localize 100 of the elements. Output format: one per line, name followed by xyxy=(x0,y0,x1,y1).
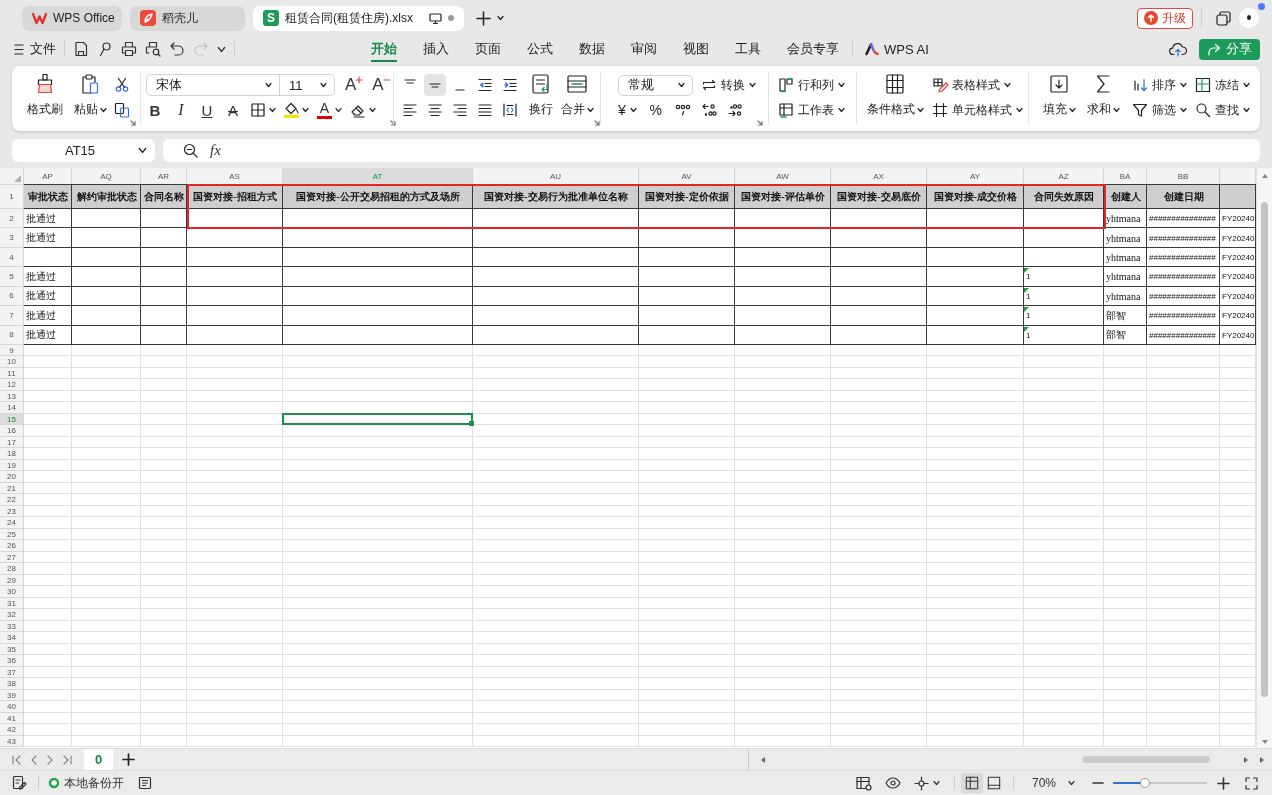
upgrade-button[interactable]: 升级 xyxy=(1137,7,1193,29)
eye-icon[interactable] xyxy=(884,777,901,789)
scroll-right-icon[interactable] xyxy=(1244,756,1248,763)
wrap-text-button[interactable]: 换行 xyxy=(527,66,555,131)
indent-icon[interactable] xyxy=(502,77,518,93)
row-header[interactable]: 34 xyxy=(0,632,24,644)
sort-button[interactable]: 排序 xyxy=(1132,74,1187,96)
cell-selection[interactable] xyxy=(282,412,473,426)
name-box[interactable]: AT15 xyxy=(12,139,155,162)
caret-icon[interactable] xyxy=(497,16,504,20)
align-left-icon[interactable] xyxy=(402,102,418,118)
row-header[interactable]: 14 xyxy=(0,402,24,414)
menu-tab[interactable]: 插入 xyxy=(410,36,462,62)
first-icon[interactable] xyxy=(12,754,21,765)
align-center-icon[interactable] xyxy=(427,102,443,118)
scissors-icon[interactable] xyxy=(114,77,130,93)
menu-tab[interactable]: 审阅 xyxy=(618,36,670,62)
menu-tab[interactable]: 页面 xyxy=(462,36,514,62)
fullscreen-icon[interactable] xyxy=(1245,776,1258,790)
avatar-icon[interactable] xyxy=(1239,8,1259,28)
strikethrough-button[interactable]: A xyxy=(224,99,242,121)
cell-style-button[interactable]: 单元格样式 xyxy=(932,99,1023,121)
last-icon[interactable] xyxy=(63,754,72,765)
row-header[interactable]: 24 xyxy=(0,517,24,529)
scroll-down-icon[interactable] xyxy=(1261,740,1268,744)
row-header[interactable]: 5 xyxy=(0,267,24,287)
table-style-button[interactable]: 表格样式 xyxy=(932,74,1011,96)
grow-font-button[interactable]: A xyxy=(345,74,363,96)
caret-icon[interactable] xyxy=(217,46,226,52)
menu-tab[interactable]: 开始 xyxy=(358,36,410,62)
percent-button[interactable]: % xyxy=(646,99,665,121)
worksheet-button[interactable]: 工作表 xyxy=(778,99,845,121)
corner-arrow-icon[interactable] xyxy=(130,120,136,126)
row-header[interactable]: 36 xyxy=(0,655,24,667)
print-preview-icon[interactable] xyxy=(145,41,161,57)
menu-tab[interactable]: 工具 xyxy=(722,36,774,62)
plus-icon[interactable] xyxy=(1218,777,1229,789)
scroll-right-icon[interactable] xyxy=(1260,756,1264,763)
zoom-dropdown[interactable]: 70% xyxy=(1031,776,1075,790)
rows-columns-button[interactable]: 行和列 xyxy=(778,74,845,96)
row-header[interactable]: 4 xyxy=(0,247,24,268)
increase-decimal-icon[interactable] xyxy=(700,102,717,118)
row-header[interactable]: 2 xyxy=(0,209,24,229)
row-header[interactable]: 42 xyxy=(0,724,24,736)
table-icon[interactable] xyxy=(855,775,872,791)
row-header[interactable]: 8 xyxy=(0,325,24,345)
scrollbar-thumb[interactable] xyxy=(1261,202,1268,697)
share-button[interactable]: 分享 xyxy=(1199,38,1260,60)
edit-icon[interactable] xyxy=(12,775,28,791)
app-tab[interactable]: 稻壳儿 xyxy=(130,5,245,31)
row-header[interactable]: 3 xyxy=(0,228,24,248)
currency-button[interactable]: ¥ xyxy=(618,99,637,121)
decrease-decimal-icon[interactable] xyxy=(726,102,743,118)
crosshair-button[interactable] xyxy=(913,775,940,791)
underline-button[interactable]: U xyxy=(198,99,216,121)
font-name-dropdown[interactable]: 宋体 xyxy=(147,75,279,95)
menu-tab[interactable]: 会员专享 xyxy=(774,36,852,62)
align-button[interactable] xyxy=(424,74,446,96)
row-header[interactable]: 40 xyxy=(0,701,24,713)
row-header[interactable]: 16 xyxy=(0,425,24,437)
fill-handle-icon[interactable] xyxy=(469,421,474,427)
merge-button[interactable]: 合并 xyxy=(560,66,594,131)
copy-icon[interactable] xyxy=(114,102,130,118)
row-header[interactable]: 6 xyxy=(0,286,24,307)
plus-icon[interactable] xyxy=(477,11,490,25)
row-header[interactable]: 32 xyxy=(0,609,24,621)
align-right-icon[interactable] xyxy=(452,102,468,118)
format-painter-button[interactable]: 格式刷 xyxy=(26,66,64,131)
row-header[interactable]: 26 xyxy=(0,540,24,552)
next-icon[interactable] xyxy=(47,754,53,765)
view-button[interactable] xyxy=(960,773,983,793)
menu-tab[interactable]: 公式 xyxy=(514,36,566,62)
paste-button[interactable]: 粘贴 xyxy=(70,66,110,131)
convert-button[interactable]: 转换 xyxy=(701,74,756,96)
filter-button[interactable]: 筛选 xyxy=(1132,99,1187,121)
print-icon[interactable] xyxy=(121,41,137,57)
thousands-icon[interactable] xyxy=(674,102,691,118)
shrink-font-button[interactable]: A xyxy=(372,74,390,96)
fill-button[interactable]: 填充 xyxy=(1042,66,1076,131)
distributed-icon[interactable] xyxy=(502,102,518,118)
app-tab[interactable]: S 租赁合同(租赁住房).xlsx xyxy=(253,5,464,31)
windows-icon[interactable] xyxy=(1216,10,1231,26)
monitor-icon[interactable] xyxy=(429,12,442,24)
outdent-icon[interactable] xyxy=(477,77,493,93)
file-menu[interactable]: 文件 xyxy=(14,38,56,60)
row-header[interactable]: 18 xyxy=(0,448,24,460)
font-size-dropdown[interactable]: 11 xyxy=(279,75,334,95)
sum-button[interactable]: 求和 xyxy=(1086,66,1120,131)
ai-button[interactable]: WPS AI xyxy=(865,41,929,57)
insert-function-button[interactable]: fx xyxy=(210,142,221,159)
slider-thumb[interactable] xyxy=(1139,778,1150,788)
scroll-left-icon[interactable] xyxy=(761,756,765,763)
corner-arrow-icon[interactable] xyxy=(594,120,600,126)
magnifier-icon[interactable] xyxy=(97,41,113,57)
row-header[interactable]: 1 xyxy=(0,185,24,209)
row-header[interactable]: 12 xyxy=(0,379,24,391)
conditional-format-button[interactable]: 条件格式 xyxy=(866,66,924,131)
row-header[interactable]: 20 xyxy=(0,471,24,483)
row-header[interactable]: 22 xyxy=(0,494,24,506)
row-header[interactable]: 28 xyxy=(0,563,24,575)
